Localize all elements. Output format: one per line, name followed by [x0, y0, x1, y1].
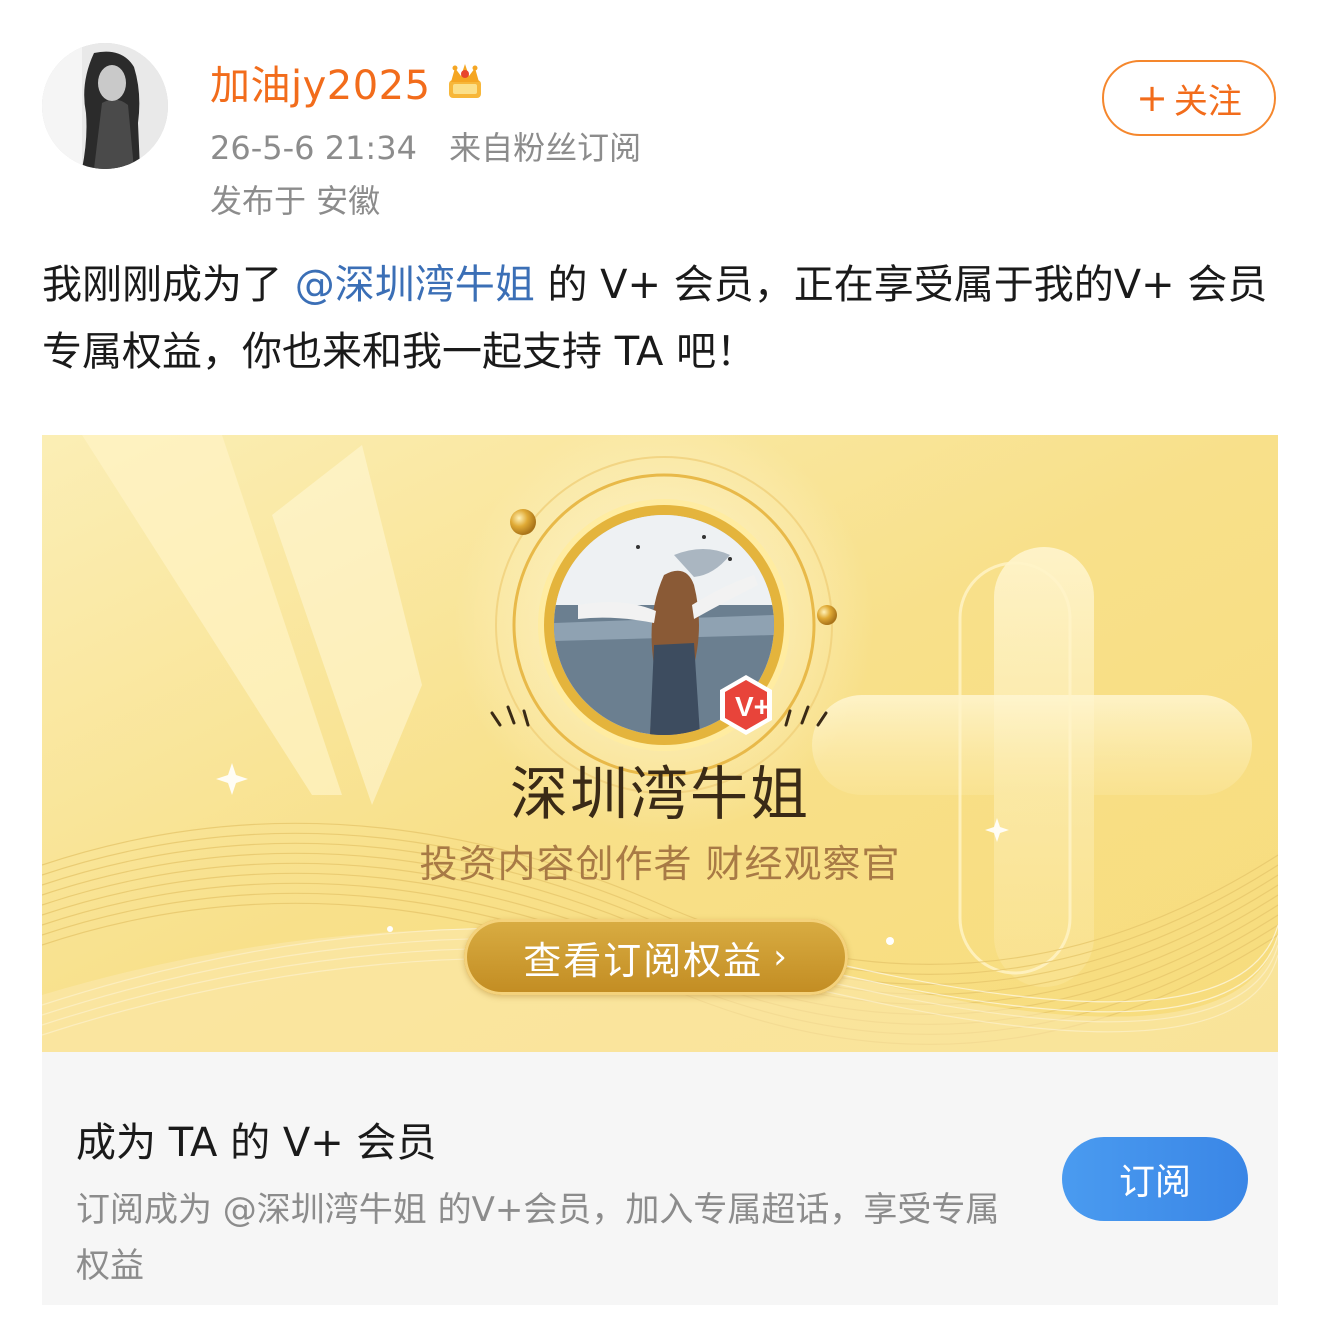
post-meta: 26-5-6 21:34 来自粉丝订阅	[210, 123, 641, 169]
post-source[interactable]: 来自粉丝订阅	[449, 129, 641, 167]
post-text: 我刚刚成为了 @深圳湾牛姐 的 V+ 会员，正在享受属于我的V+ 会员专属权益，…	[42, 252, 1278, 386]
weibo-post: 加油jy2025 26-5-6 21:34 来自粉丝订阅 发布于 安徽 + 关注…	[0, 0, 1320, 1319]
chevron-right-icon: ›	[773, 937, 789, 977]
post-location: 发布于 安徽	[210, 182, 381, 220]
footer-title: 成为 TA 的 V+ 会员	[76, 1120, 437, 1166]
mention-link[interactable]: @深圳湾牛姐	[295, 262, 535, 308]
creator-name: 深圳湾牛姐	[509, 760, 810, 828]
svg-text:V+: V+	[735, 691, 770, 722]
author-avatar[interactable]	[42, 43, 168, 169]
follow-label: 关注	[1173, 81, 1242, 122]
view-benefits-label: 查看订阅权益	[523, 938, 764, 983]
post-text-part1: 我刚刚成为了	[42, 262, 282, 308]
subscribe-button[interactable]: 订阅	[1062, 1137, 1248, 1221]
creator-description: 投资内容创作者 财经观察官	[419, 842, 901, 886]
author-row: 加油jy2025	[210, 52, 487, 112]
post-time: 26-5-6 21:34	[210, 129, 417, 167]
crown-icon	[448, 64, 481, 98]
vplus-badge-icon: V+	[720, 675, 772, 735]
view-benefits-button[interactable]: 查看订阅权益 ›	[464, 919, 848, 995]
card-footer: 成为 TA 的 V+ 会员 订阅成为 @深圳湾牛姐 的V+会员，加入专属超话，享…	[42, 1052, 1278, 1305]
plus-icon: +	[1136, 76, 1168, 120]
author-name[interactable]: 加油jy2025	[210, 53, 431, 111]
footer-description: 订阅成为 @深圳湾牛姐 的V+会员，加入专属超话，享受专属权益	[76, 1190, 1000, 1286]
follow-button[interactable]: + 关注	[1102, 60, 1276, 136]
vplus-banner: V+ 深圳湾牛姐 投资内容创作者 财经观察官 查看订阅权益 ›	[42, 435, 1278, 1052]
vplus-card[interactable]: V+ 深圳湾牛姐 投资内容创作者 财经观察官 查看订阅权益 › 成为 TA 的 …	[42, 435, 1278, 1305]
